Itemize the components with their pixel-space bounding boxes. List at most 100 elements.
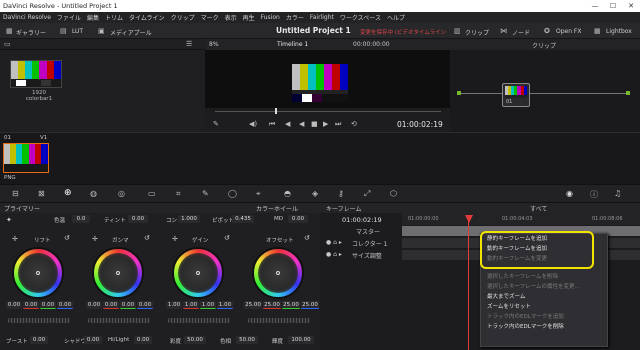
auto-balance-icon[interactable]: ✦: [6, 216, 12, 224]
delete-edl-mark[interactable]: トラック内のEDLマークを削除: [481, 322, 607, 332]
reset-icon[interactable]: ↺: [64, 234, 70, 242]
pick-icon[interactable]: ✎: [213, 120, 219, 128]
shadow-value[interactable]: 0.00: [84, 336, 102, 344]
gain-y[interactable]: 1.00: [166, 301, 182, 309]
list-view-icon[interactable]: ☰: [186, 40, 192, 48]
offset-master-slider[interactable]: [248, 318, 310, 323]
hue-value[interactable]: 50.00: [236, 336, 258, 344]
gain-g[interactable]: 1.00: [200, 301, 216, 309]
motion-effects-icon[interactable]: ◎: [118, 189, 125, 198]
tint-value[interactable]: 0.00: [128, 215, 148, 223]
scopes-icon[interactable]: ◉: [566, 189, 573, 198]
zoom-reset[interactable]: ズームをリセット: [481, 302, 607, 312]
change-keyframe-attributes[interactable]: 選択したキーフレームの属性を変更...: [481, 282, 607, 292]
color-wheels-icon[interactable]: ⊕: [64, 188, 72, 198]
menu-item[interactable]: 表示: [225, 13, 237, 22]
offset-r[interactable]: 25.00: [263, 301, 281, 309]
node-mode-dropdown[interactable]: クリップ: [532, 41, 556, 50]
menu-item[interactable]: マーク: [201, 13, 219, 22]
reset-icon[interactable]: ↺: [224, 234, 230, 242]
audio-icon[interactable]: ♫: [614, 189, 621, 198]
saturation-value[interactable]: 50.00: [184, 336, 206, 344]
scrub-bar[interactable]: [215, 111, 441, 112]
wheel-mode-dropdown[interactable]: カラーホイール: [256, 204, 298, 213]
keyframe-ruler[interactable]: 01:00:00:00 01:00:04:03 01:00:08:06: [402, 213, 640, 225]
picker-icon[interactable]: ✛: [12, 235, 18, 243]
menu-item[interactable]: クリップ: [171, 13, 195, 22]
menu-item[interactable]: Fusion: [261, 14, 280, 21]
stop-icon[interactable]: ■: [311, 120, 318, 128]
lift-r[interactable]: 0.00: [23, 301, 39, 309]
reverse-icon[interactable]: ◀: [299, 120, 304, 128]
tracker-icon[interactable]: ⌖: [256, 189, 261, 199]
lut-button[interactable]: LUT: [72, 28, 83, 35]
menu-item[interactable]: ワークスペース: [340, 13, 381, 22]
zoom-dropdown[interactable]: 8%: [209, 41, 219, 48]
lift-y[interactable]: 0.00: [6, 301, 22, 309]
track-toggle-icon[interactable]: ● ⌂ ▸: [326, 251, 342, 258]
gain-master-slider[interactable]: [168, 318, 230, 323]
track-sizing[interactable]: サイズ調整: [352, 251, 382, 260]
hilight-value[interactable]: 0.00: [134, 336, 152, 344]
last-frame-icon[interactable]: ⏭: [335, 120, 341, 129]
lum-value[interactable]: 100.00: [288, 336, 314, 344]
menu-item[interactable]: 編集: [87, 13, 99, 22]
magic-mask-icon[interactable]: ◓: [284, 189, 291, 198]
timecode-top[interactable]: 00:00:00:00: [353, 41, 390, 48]
gamma-y[interactable]: 0.00: [86, 301, 102, 309]
openfx-button[interactable]: Open FX: [556, 28, 582, 35]
offset-y[interactable]: 25.00: [244, 301, 262, 309]
gain-b[interactable]: 1.00: [217, 301, 233, 309]
blur-icon[interactable]: ◈: [312, 189, 318, 198]
temp-value[interactable]: 0.0: [72, 215, 90, 223]
lightbox-button[interactable]: Lightbox: [606, 28, 632, 35]
add-edl-mark[interactable]: トラック内のEDLマークを追加: [481, 312, 607, 322]
warper-icon[interactable]: ⌗: [176, 189, 181, 199]
menu-item[interactable]: 再生: [243, 13, 255, 22]
3d-icon[interactable]: ⬡: [390, 189, 397, 198]
color-match-icon[interactable]: ⊠: [38, 189, 45, 198]
node-input[interactable]: [457, 91, 461, 95]
contrast-value[interactable]: 1.000: [178, 215, 200, 223]
menu-item[interactable]: ヘルプ: [387, 13, 405, 22]
loop-icon[interactable]: ⟲: [351, 120, 357, 128]
offset-wheel[interactable]: [252, 247, 304, 299]
node-01[interactable]: 01: [502, 83, 530, 107]
menu-item[interactable]: ファイル: [57, 13, 81, 22]
reset-icon[interactable]: ↺: [304, 234, 310, 242]
lift-wheel[interactable]: [12, 247, 64, 299]
zoom-max[interactable]: 最大までズーム: [481, 292, 607, 302]
keyframe-filter-dropdown[interactable]: すべて: [530, 204, 547, 213]
volume-icon[interactable]: ◀): [249, 120, 257, 128]
offset-g[interactable]: 25.00: [282, 301, 300, 309]
key-icon[interactable]: ⚷: [338, 189, 344, 198]
gamma-g[interactable]: 0.00: [120, 301, 136, 309]
boost-value[interactable]: 0.00: [30, 336, 48, 344]
gain-wheel[interactable]: [172, 247, 224, 299]
track-collector[interactable]: コレクター 1: [352, 239, 388, 248]
first-frame-icon[interactable]: ⏮: [269, 120, 275, 129]
node-editor[interactable]: 01: [450, 50, 640, 132]
prev-frame-icon[interactable]: ◀: [285, 120, 290, 128]
menu-item[interactable]: カラー: [286, 13, 304, 22]
close-button[interactable]: ✕: [622, 0, 640, 12]
playhead-marker[interactable]: [275, 108, 277, 114]
lift-g[interactable]: 0.00: [40, 301, 56, 309]
gallery-button[interactable]: ギャラリー: [16, 28, 46, 37]
md-value[interactable]: 0.00: [288, 215, 308, 223]
viewer[interactable]: [205, 50, 450, 108]
gamma-r[interactable]: 0.00: [103, 301, 119, 309]
window-icon[interactable]: ◯: [228, 189, 237, 198]
gain-r[interactable]: 1.00: [183, 301, 199, 309]
minimize-button[interactable]: —: [586, 0, 604, 12]
node-output[interactable]: [626, 91, 630, 95]
curves-icon[interactable]: ▭: [148, 189, 156, 198]
offset-b[interactable]: 25.00: [301, 301, 319, 309]
reset-icon[interactable]: ↺: [144, 234, 150, 242]
maximize-button[interactable]: ☐: [604, 0, 622, 12]
menu-item[interactable]: トリム: [105, 13, 123, 22]
rgb-mixer-icon[interactable]: ◍: [90, 189, 97, 198]
picker-icon[interactable]: ✛: [172, 235, 178, 243]
gamma-master-slider[interactable]: [88, 318, 150, 323]
nodes-button[interactable]: ノード: [512, 28, 530, 37]
